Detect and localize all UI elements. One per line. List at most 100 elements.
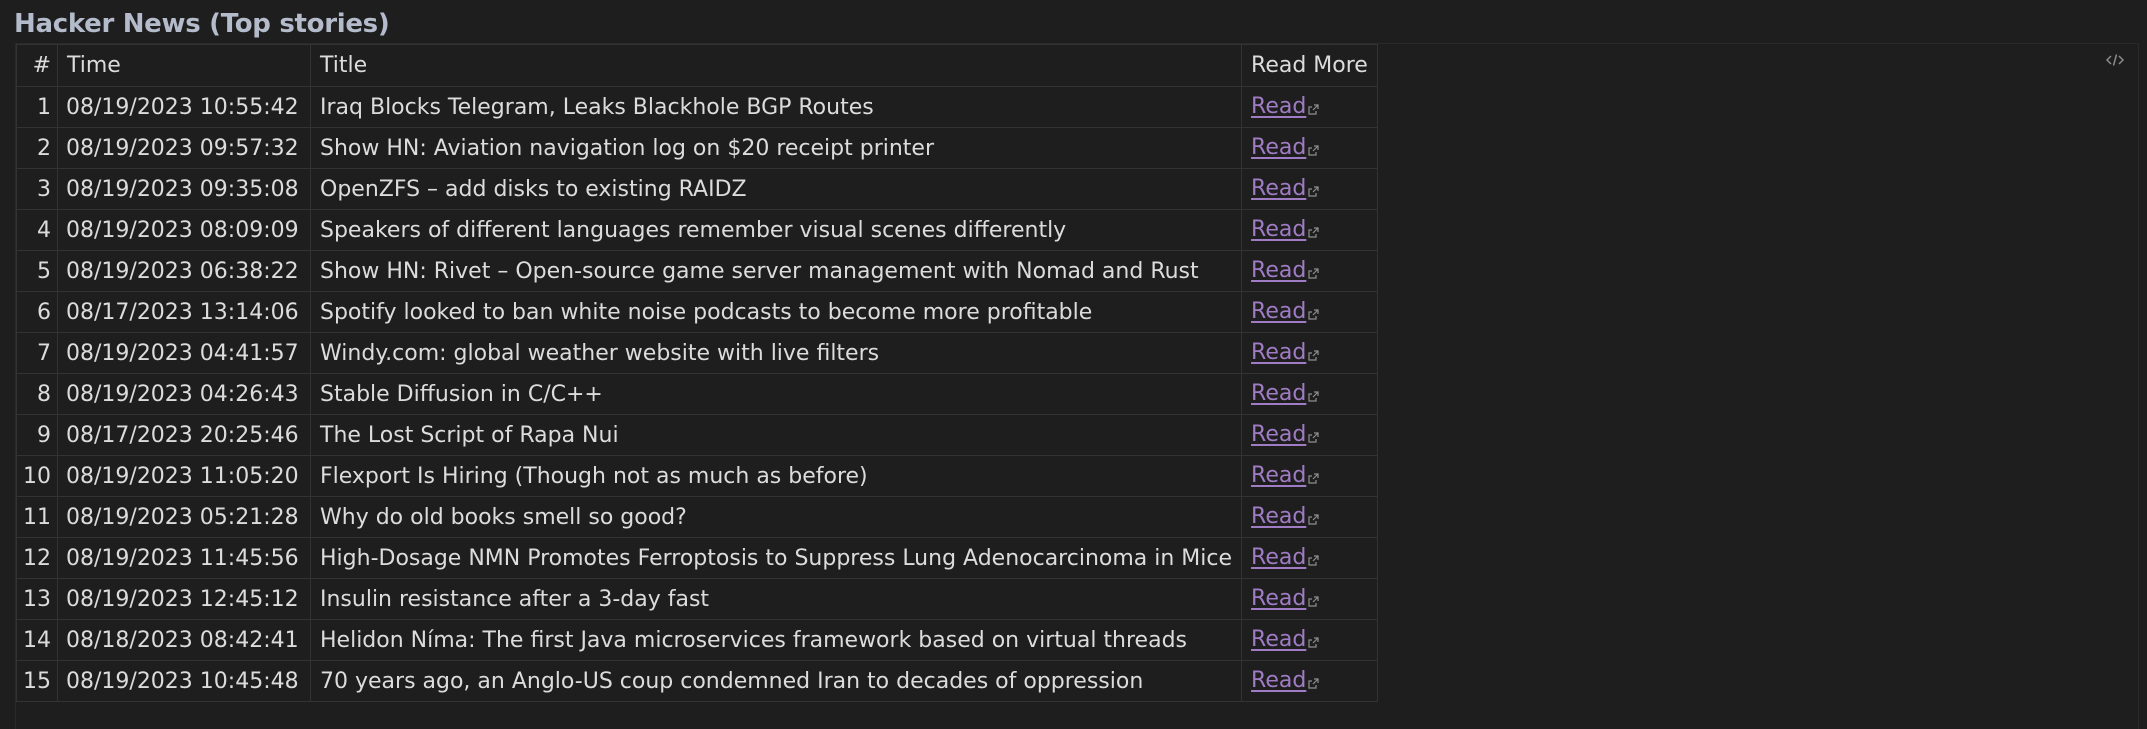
row-read-more-cell: Read	[1241, 168, 1378, 210]
row-time: 08/19/2023 06:38:22	[57, 250, 311, 292]
row-number: 2	[16, 127, 58, 169]
row-time: 08/19/2023 11:05:20	[57, 455, 311, 497]
row-read-more-cell: Read	[1241, 291, 1378, 333]
row-read-more-cell: Read	[1241, 250, 1378, 292]
row-time: 08/17/2023 13:14:06	[57, 291, 311, 333]
read-link[interactable]: Read	[1251, 545, 1306, 570]
row-time: 08/19/2023 05:21:28	[57, 496, 311, 538]
external-link-icon	[1308, 670, 1319, 695]
read-link[interactable]: Read	[1251, 176, 1306, 201]
table-row: 7 08/19/2023 04:41:57 Windy.com: global we…	[16, 332, 1378, 374]
external-link-icon	[1308, 424, 1319, 449]
row-number: 7	[16, 332, 58, 374]
read-link[interactable]: Read	[1251, 668, 1306, 693]
row-number: 8	[16, 373, 58, 415]
row-read-more-cell: Read	[1241, 332, 1378, 374]
column-header-read-more[interactable]: Read More	[1241, 44, 1378, 87]
external-link-icon	[1308, 260, 1319, 285]
row-number: 11	[16, 496, 58, 538]
external-link-icon	[1308, 137, 1319, 162]
external-link-icon	[1308, 629, 1319, 654]
read-link[interactable]: Read	[1251, 94, 1306, 119]
table-row: 15 08/19/2023 10:45:48 70 years ago, an An…	[16, 660, 1378, 702]
row-read-more-cell: Read	[1241, 209, 1378, 251]
table-row: 6 08/17/2023 13:14:06 Spotify looked to ba…	[16, 291, 1378, 333]
row-read-more-cell: Read	[1241, 578, 1378, 620]
external-link-icon	[1308, 547, 1319, 572]
row-number: 12	[16, 537, 58, 579]
column-header-time[interactable]: Time	[57, 44, 311, 87]
row-title: Show HN: Rivet – Open-source game server…	[309, 250, 1243, 292]
read-link[interactable]: Read	[1251, 504, 1306, 529]
stories-table: # Time Title Read More 1 08/19/2023 10:55…	[16, 44, 1378, 702]
row-time: 08/17/2023 20:25:46	[57, 414, 311, 456]
read-link[interactable]: Read	[1251, 463, 1306, 488]
note-view: Hacker News (Top stories) # Time Title R…	[0, 0, 2147, 729]
read-link[interactable]: Read	[1251, 258, 1306, 283]
read-link[interactable]: Read	[1251, 627, 1306, 652]
read-link[interactable]: Read	[1251, 217, 1306, 242]
table-row: 1 08/19/2023 10:55:42 Iraq Blocks Telegram…	[16, 86, 1378, 128]
row-read-more-cell: Read	[1241, 455, 1378, 497]
read-link[interactable]: Read	[1251, 422, 1306, 447]
row-title: Iraq Blocks Telegram, Leaks Blackhole BG…	[309, 86, 1243, 128]
row-title: Flexport Is Hiring (Though not as much a…	[309, 455, 1243, 497]
row-number: 13	[16, 578, 58, 620]
row-time: 08/19/2023 08:09:09	[57, 209, 311, 251]
row-title: Helidon Níma: The first Java microservic…	[309, 619, 1243, 661]
table-row: 11 08/19/2023 05:21:28 Why do old books sm…	[16, 496, 1378, 538]
row-number: 15	[16, 660, 58, 702]
table-row: 5 08/19/2023 06:38:22 Show HN: Rivet – Ope…	[16, 250, 1378, 292]
row-title: The Lost Script of Rapa Nui	[309, 414, 1243, 456]
table-row: 8 08/19/2023 04:26:43 Stable Diffusion in …	[16, 373, 1378, 415]
read-link[interactable]: Read	[1251, 135, 1306, 160]
read-link[interactable]: Read	[1251, 381, 1306, 406]
row-read-more-cell: Read	[1241, 537, 1378, 579]
row-title: Spotify looked to ban white noise podcas…	[309, 291, 1243, 333]
external-link-icon	[1308, 301, 1319, 326]
external-link-icon	[1308, 588, 1319, 613]
column-header-title[interactable]: Title	[309, 44, 1243, 87]
row-title: Show HN: Aviation navigation log on $20 …	[309, 127, 1243, 169]
row-read-more-cell: Read	[1241, 660, 1378, 702]
external-link-icon	[1308, 383, 1319, 408]
row-title: High-Dosage NMN Promotes Ferroptosis to …	[309, 537, 1243, 579]
dataview-table-block: # Time Title Read More 1 08/19/2023 10:55…	[15, 43, 2139, 729]
row-read-more-cell: Read	[1241, 496, 1378, 538]
row-time: 08/19/2023 09:57:32	[57, 127, 311, 169]
row-number: 10	[16, 455, 58, 497]
row-time: 08/19/2023 10:45:48	[57, 660, 311, 702]
row-title: Why do old books smell so good?	[309, 496, 1243, 538]
table-row: 12 08/19/2023 11:45:56 High-Dosage NMN Pro…	[16, 537, 1378, 579]
row-time: 08/19/2023 10:55:42	[57, 86, 311, 128]
table-row: 14 08/18/2023 08:42:41 Helidon Níma: The f…	[16, 619, 1378, 661]
row-number: 14	[16, 619, 58, 661]
table-row: 13 08/19/2023 12:45:12 Insulin resistance …	[16, 578, 1378, 620]
external-link-icon	[1308, 178, 1319, 203]
table-header-row: # Time Title Read More	[16, 44, 1378, 87]
row-title: OpenZFS – add disks to existing RAIDZ	[309, 168, 1243, 210]
table-row: 4 08/19/2023 08:09:09 Speakers of differen…	[16, 209, 1378, 251]
row-time: 08/19/2023 04:26:43	[57, 373, 311, 415]
read-link[interactable]: Read	[1251, 586, 1306, 611]
row-time: 08/19/2023 09:35:08	[57, 168, 311, 210]
row-number: 3	[16, 168, 58, 210]
row-read-more-cell: Read	[1241, 619, 1378, 661]
column-header-num[interactable]: #	[16, 44, 58, 87]
row-time: 08/19/2023 04:41:57	[57, 332, 311, 374]
external-link-icon	[1308, 506, 1319, 531]
table-row: 3 08/19/2023 09:35:08 OpenZFS – add disks …	[16, 168, 1378, 210]
row-read-more-cell: Read	[1241, 127, 1378, 169]
row-title: Speakers of different languages remember…	[309, 209, 1243, 251]
read-link[interactable]: Read	[1251, 340, 1306, 365]
page-title: Hacker News (Top stories)	[14, 9, 390, 39]
row-number: 1	[16, 86, 58, 128]
table-row: 9 08/17/2023 20:25:46 The Lost Script of R…	[16, 414, 1378, 456]
read-link[interactable]: Read	[1251, 299, 1306, 324]
external-link-icon	[1308, 219, 1319, 244]
row-number: 5	[16, 250, 58, 292]
row-read-more-cell: Read	[1241, 373, 1378, 415]
code-brackets-icon[interactable]	[2104, 52, 2126, 68]
external-link-icon	[1308, 96, 1319, 121]
external-link-icon	[1308, 465, 1319, 490]
